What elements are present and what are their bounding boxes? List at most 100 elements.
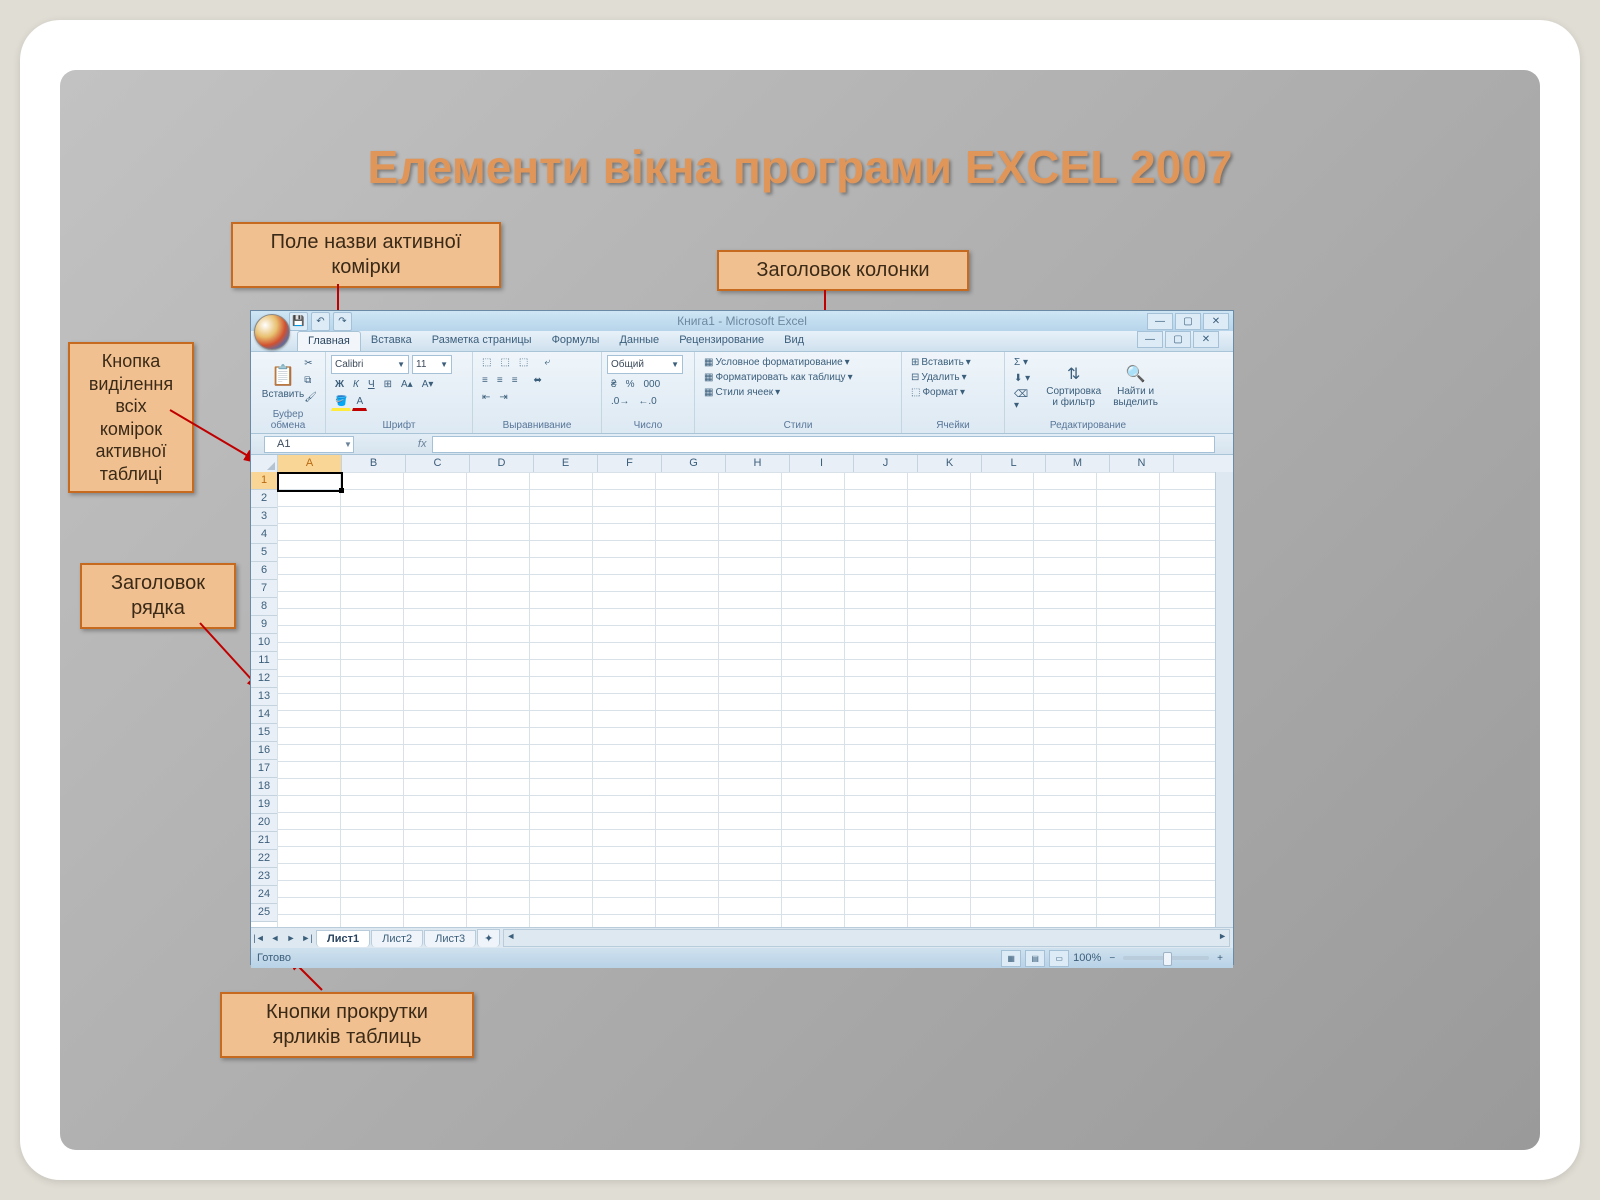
- row-header[interactable]: 13: [251, 688, 278, 706]
- format-painter-icon[interactable]: 🖌: [300, 390, 321, 405]
- row-header[interactable]: 6: [251, 562, 278, 580]
- row-header[interactable]: 2: [251, 490, 278, 508]
- doc-minimize[interactable]: —: [1137, 331, 1163, 348]
- indent-dec-icon[interactable]: ⇤: [478, 390, 494, 405]
- align-right-icon[interactable]: ≡: [508, 373, 522, 388]
- zoom-in-button[interactable]: +: [1213, 951, 1227, 966]
- fill-icon[interactable]: ⬇ ▾: [1010, 371, 1038, 386]
- sheet-tab-2[interactable]: Лист2: [371, 930, 423, 947]
- align-bottom-icon[interactable]: ⬚: [515, 355, 532, 370]
- column-header[interactable]: G: [662, 455, 726, 473]
- column-header[interactable]: F: [598, 455, 662, 473]
- fx-icon[interactable]: fx: [418, 438, 427, 450]
- sort-filter-button[interactable]: ⇅Сортировка и фильтр: [1042, 355, 1105, 419]
- inc-decimal-icon[interactable]: .0→: [607, 394, 633, 409]
- namebox-dropdown-icon[interactable]: ▼: [344, 440, 352, 449]
- row-header[interactable]: 7: [251, 580, 278, 598]
- find-select-button[interactable]: 🔍Найти и выделить: [1105, 355, 1166, 419]
- row-header[interactable]: 23: [251, 868, 278, 886]
- column-header[interactable]: E: [534, 455, 598, 473]
- tab-insert[interactable]: Вставка: [361, 331, 422, 351]
- save-icon[interactable]: 💾: [289, 312, 308, 331]
- percent-icon[interactable]: %: [622, 377, 639, 392]
- column-header[interactable]: H: [726, 455, 790, 473]
- row-header[interactable]: 24: [251, 886, 278, 904]
- column-header[interactable]: L: [982, 455, 1046, 473]
- doc-close[interactable]: ✕: [1193, 331, 1219, 348]
- doc-restore[interactable]: ▢: [1165, 331, 1191, 348]
- office-button[interactable]: [254, 314, 290, 350]
- tab-scroll-prev[interactable]: ◄: [267, 930, 283, 946]
- redo-icon[interactable]: ↷: [333, 312, 352, 331]
- row-header[interactable]: 18: [251, 778, 278, 796]
- underline-button[interactable]: Ч: [364, 377, 379, 392]
- row-header[interactable]: 5: [251, 544, 278, 562]
- merge-button[interactable]: ⬌: [530, 373, 546, 388]
- maximize-button[interactable]: ▢: [1175, 313, 1201, 330]
- align-left-icon[interactable]: ≡: [478, 373, 492, 388]
- column-header[interactable]: A: [278, 455, 342, 473]
- sheet-tab-1[interactable]: Лист1: [316, 930, 370, 947]
- row-header[interactable]: 11: [251, 652, 278, 670]
- tab-review[interactable]: Рецензирование: [669, 331, 774, 351]
- row-header[interactable]: 1: [251, 472, 278, 490]
- tab-formulas[interactable]: Формулы: [542, 331, 610, 351]
- row-header[interactable]: 17: [251, 760, 278, 778]
- number-format-select[interactable]: Общий▼: [607, 355, 683, 374]
- column-header[interactable]: N: [1110, 455, 1174, 473]
- row-header[interactable]: 16: [251, 742, 278, 760]
- minimize-button[interactable]: —: [1147, 313, 1173, 330]
- horizontal-scrollbar[interactable]: [503, 929, 1230, 947]
- formula-bar[interactable]: [432, 436, 1215, 453]
- row-header[interactable]: 25: [251, 904, 278, 922]
- comma-icon[interactable]: 000: [639, 377, 664, 392]
- zoom-slider[interactable]: [1123, 956, 1209, 960]
- undo-icon[interactable]: ↶: [311, 312, 330, 331]
- row-header[interactable]: 19: [251, 796, 278, 814]
- format-table-button[interactable]: ▦Форматировать как таблицу ▾: [700, 370, 896, 385]
- name-box[interactable]: A1: [264, 436, 354, 453]
- align-middle-icon[interactable]: ⬚: [496, 355, 513, 370]
- active-cell[interactable]: [277, 472, 343, 492]
- italic-button[interactable]: К: [349, 377, 363, 392]
- autosum-icon[interactable]: Σ ▾: [1010, 355, 1038, 370]
- row-header[interactable]: 3: [251, 508, 278, 526]
- wrap-text-button[interactable]: ⤶: [540, 355, 554, 370]
- row-header[interactable]: 4: [251, 526, 278, 544]
- currency-icon[interactable]: ₴: [607, 377, 621, 392]
- column-header[interactable]: J: [854, 455, 918, 473]
- tab-scroll-first[interactable]: |◄: [251, 930, 267, 946]
- cond-format-button[interactable]: ▦Условное форматирование ▾: [700, 355, 896, 370]
- view-break-icon[interactable]: ▭: [1049, 950, 1069, 967]
- tab-scroll-last[interactable]: ►|: [299, 930, 315, 946]
- column-header[interactable]: M: [1046, 455, 1110, 473]
- align-center-icon[interactable]: ≡: [493, 373, 507, 388]
- format-cells-button[interactable]: ⬚ Формат ▾: [907, 385, 999, 400]
- bold-button[interactable]: Ж: [331, 377, 348, 392]
- column-header[interactable]: K: [918, 455, 982, 473]
- tab-home[interactable]: Главная: [297, 331, 361, 351]
- fill-color-button[interactable]: 🪣: [331, 394, 351, 411]
- close-button[interactable]: ✕: [1203, 313, 1229, 330]
- cell-styles-button[interactable]: ▦Стили ячеек ▾: [700, 385, 896, 400]
- indent-inc-icon[interactable]: ⇥: [495, 390, 511, 405]
- grow-font-icon[interactable]: A▴: [397, 377, 417, 392]
- border-button[interactable]: ⊞: [380, 377, 396, 392]
- tab-scroll-next[interactable]: ►: [283, 930, 299, 946]
- row-header[interactable]: 9: [251, 616, 278, 634]
- column-header[interactable]: B: [342, 455, 406, 473]
- copy-icon[interactable]: ⧉: [300, 373, 321, 388]
- zoom-out-button[interactable]: −: [1105, 951, 1119, 966]
- align-top-icon[interactable]: ⬚: [478, 355, 495, 370]
- font-color-button[interactable]: A: [352, 394, 367, 411]
- shrink-font-icon[interactable]: A▾: [418, 377, 438, 392]
- insert-cells-button[interactable]: ⊞ Вставить ▾: [907, 355, 999, 370]
- row-header[interactable]: 12: [251, 670, 278, 688]
- cut-icon[interactable]: ✂: [300, 356, 321, 371]
- row-header[interactable]: 20: [251, 814, 278, 832]
- row-header[interactable]: 10: [251, 634, 278, 652]
- row-header[interactable]: 15: [251, 724, 278, 742]
- delete-cells-button[interactable]: ⊟ Удалить ▾: [907, 370, 999, 385]
- tab-view[interactable]: Вид: [774, 331, 814, 351]
- column-header[interactable]: D: [470, 455, 534, 473]
